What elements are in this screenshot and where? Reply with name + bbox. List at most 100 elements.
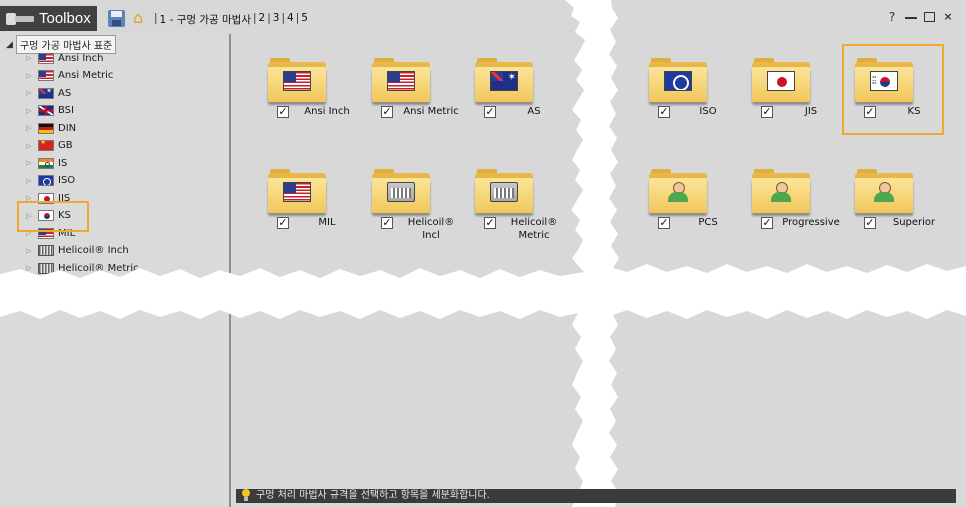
tile-checkbox[interactable]: ✓ [381,106,393,118]
tree-item-as[interactable]: ▷ AS [26,85,71,101]
tile-progressive[interactable]: ✓ Progressive [733,169,840,261]
tile-checkbox[interactable]: ✓ [864,217,876,229]
tree-expand-icon[interactable]: ▷ [26,107,34,115]
breadcrumb-step-3[interactable]: 3 [273,12,280,27]
tree-expand-icon[interactable]: ▷ [26,264,34,272]
folder-icon[interactable] [475,58,533,102]
toolbox-icon [6,12,34,26]
tile-as[interactable]: ✓ AS [456,58,552,150]
tile-checkbox[interactable]: ✓ [658,217,670,229]
tile-label: Progressive [782,217,840,228]
tree-expand-icon[interactable]: ▷ [26,72,34,80]
tree-expand-icon[interactable]: ▷ [26,124,34,132]
folder-icon[interactable] [855,169,913,213]
breadcrumb-step-2[interactable]: 2 [259,12,266,27]
tile-checkbox[interactable]: ✓ [484,106,496,118]
tile-label: PCS [698,217,718,228]
tile-helicoil-metric[interactable]: ✓ Helicoil® Metric [456,169,557,261]
tile-ansi-metric[interactable]: ✓ Ansi Metric [353,58,459,150]
window-controls: ? × [886,10,954,24]
tree-panel-lower [0,310,231,507]
breadcrumb-step-5[interactable]: 5 [301,12,308,27]
heli-flag-icon [38,262,54,274]
tree-expand-icon[interactable]: ▷ [26,159,34,167]
tile-superior[interactable]: ✓ Superior [836,169,935,261]
iso-flag-icon [664,71,692,91]
tree-expand-icon[interactable]: ▷ [26,89,34,97]
save-icon[interactable] [108,10,125,27]
status-bar: 구멍 처리 마법사 규격을 선택하고 항목을 세분화합니다. [236,489,956,503]
folder-icon[interactable] [268,58,326,102]
lightbulb-icon [240,489,252,502]
tile-checkbox[interactable]: ✓ [484,217,496,229]
folder-icon[interactable] [372,58,430,102]
folder-icon[interactable] [752,58,810,102]
tree-expand-icon[interactable]: ▷ [26,54,34,62]
tile-label: MIL [318,217,336,228]
tile-jis[interactable]: ✓ JIS [733,58,829,150]
tree-item-helicoil-inch[interactable]: ▷ Helicoil® Inch [26,243,129,259]
person-icon [870,182,898,202]
tile-pcs[interactable]: ✓ PCS [630,169,726,261]
cn-flag-icon [38,140,54,151]
maximize-icon[interactable] [924,12,935,22]
tree-ks-highlight [17,201,89,232]
tree-item-bsi[interactable]: ▷ BSI [26,103,74,119]
tile-checkbox[interactable]: ✓ [658,106,670,118]
tile-label: Helicoil® Incl [407,217,455,241]
us-flag-icon [38,52,54,64]
tree-item-label: Helicoil® Inch [58,245,129,256]
tree-expand-icon[interactable]: ▷ [26,142,34,150]
tile-mil[interactable]: ✓ MIL [249,169,345,261]
breadcrumb-step-1[interactable]: 1 - 구멍 가공 마법사 [160,12,251,27]
home-icon[interactable]: ⌂ [133,8,143,28]
folder-icon[interactable] [268,169,326,213]
tree-expand-icon[interactable]: ▷ [26,177,34,185]
tree-item-label: IS [58,157,68,169]
tree-item-is[interactable]: ▷ IS [26,155,67,171]
tree-expand-icon[interactable]: ▷ [26,247,34,255]
tree-collapse-icon[interactable]: ◢ [6,40,13,50]
tree-item-label: AS [58,87,72,99]
minimize-icon[interactable] [905,10,917,19]
tree-item-label: DIN [58,122,77,134]
close-icon[interactable]: × [942,10,954,24]
tree-item-ansi-metric[interactable]: ▷ Ansi Metric [26,68,113,84]
tile-checkbox[interactable]: ✓ [381,217,393,229]
right-window-bottom-piece [609,310,966,507]
person-icon [767,182,795,202]
status-message: 구멍 처리 마법사 규격을 선택하고 항목을 세분화합니다. [256,490,490,501]
de-flag-icon [38,122,54,134]
tree-item-gb[interactable]: ▷ GB [26,138,73,154]
heli-flag-icon [38,245,54,256]
tree-item-helicoil-metric[interactable]: ▷ Helicoil® Metric [26,260,139,276]
folder-icon[interactable] [372,169,430,213]
tree-item-ansi-inch[interactable]: ▷ Ansi Inch [26,50,103,66]
heli-flag-icon [387,182,415,202]
tree-item-iso[interactable]: ▷ ISO [26,173,75,189]
tile-label: Helicoil® Metric [510,217,558,241]
us-flag-icon [283,71,311,91]
tile-checkbox[interactable]: ✓ [277,217,289,229]
tile-helicoil-incl[interactable]: ✓ Helicoil® Incl [353,169,454,261]
tree-item-label: ISO [58,175,76,186]
au-flag-icon [490,71,518,91]
toolbox-title: Toolbox [39,10,91,27]
help-icon[interactable]: ? [886,10,898,24]
tile-checkbox[interactable]: ✓ [761,106,773,118]
breadcrumb: | 1 - 구멍 가공 마법사 | 2 | 3 | 4 | 5 [154,12,308,27]
tile-ansi-inch[interactable]: ✓ Ansi Inch [249,58,350,150]
tile-checkbox[interactable]: ✓ [277,106,289,118]
us-flag-icon [387,71,415,91]
toolbox-tab[interactable]: Toolbox [0,6,97,31]
tile-checkbox[interactable]: ✓ [761,217,773,229]
tree-item-din[interactable]: ▷ DIN [26,120,76,136]
folder-icon[interactable] [475,169,533,213]
tree-item-label: BSI [58,105,74,116]
tile-iso[interactable]: ✓ ISO [630,58,726,150]
folder-icon[interactable] [649,169,707,213]
breadcrumb-step-4[interactable]: 4 [287,12,294,27]
folder-icon[interactable] [752,169,810,213]
folder-icon[interactable] [649,58,707,102]
iso-flag-icon [38,175,54,186]
